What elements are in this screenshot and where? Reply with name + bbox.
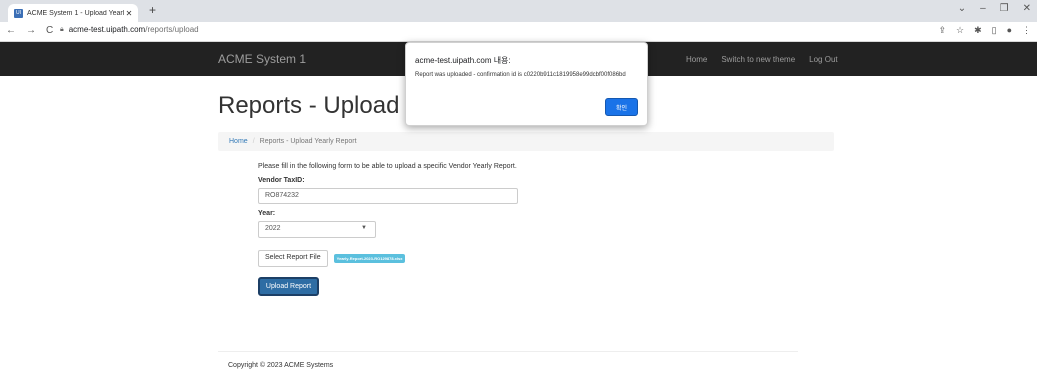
tab-search-icon[interactable]: ⌄ xyxy=(958,3,966,14)
year-label: Year: xyxy=(258,210,276,217)
nav-logout-link[interactable]: Log Out xyxy=(809,55,837,64)
url-field[interactable]: 🔒︎ acme-test.uipath.com /reports/upload xyxy=(60,25,199,34)
favicon-icon: UI xyxy=(14,8,23,18)
toolbar-icons: ⇪ ☆ ✱ ▯ ● ⋮ xyxy=(938,25,1031,36)
browser-tab-bar: UI ACME System 1 - Upload Yearl ✕ + ⌄ – … xyxy=(0,0,1037,22)
new-tab-icon[interactable]: + xyxy=(149,3,156,17)
taxid-input[interactable]: RO874232 xyxy=(258,188,518,204)
side-panel-icon[interactable]: ▯ xyxy=(992,25,997,36)
footer-divider xyxy=(218,351,798,352)
year-select[interactable]: 2022 ▼ xyxy=(258,221,376,238)
nav-links: Home Switch to new theme Log Out xyxy=(686,55,838,64)
url-path: /reports/upload xyxy=(145,25,199,34)
bookmark-star-icon[interactable]: ☆ xyxy=(956,25,964,36)
tab-close-icon[interactable]: ✕ xyxy=(124,9,134,18)
brand-link[interactable]: ACME System 1 xyxy=(218,52,306,66)
taxid-label: Vendor TaxID: xyxy=(258,177,305,184)
back-icon[interactable]: ← xyxy=(6,25,16,36)
breadcrumb: Home / Reports - Upload Yearly Report xyxy=(218,132,834,151)
minimize-icon[interactable]: – xyxy=(980,3,986,14)
maximize-icon[interactable]: ❐ xyxy=(1000,3,1009,14)
upload-report-button[interactable]: Upload Report xyxy=(258,277,319,296)
menu-kebab-icon[interactable]: ⋮ xyxy=(1022,25,1031,36)
dialog-message: Report was uploaded - confirmation id is… xyxy=(415,72,626,78)
chevron-down-icon: ▼ xyxy=(361,225,367,231)
file-row: Select Report File Yearly-Report-2023-RO… xyxy=(258,250,528,267)
reload-icon[interactable]: C xyxy=(46,25,53,36)
upload-form: Please fill in the following form to be … xyxy=(258,162,528,296)
breadcrumb-home-link[interactable]: Home xyxy=(229,138,248,145)
dialog-ok-button[interactable]: 확인 xyxy=(605,98,638,116)
profile-icon[interactable]: ● xyxy=(1007,25,1012,36)
alert-dialog: acme-test.uipath.com 내용: Report was uplo… xyxy=(405,42,648,126)
breadcrumb-current: Reports - Upload Yearly Report xyxy=(259,138,357,145)
selected-file-badge: Yearly-Report-2023-RO129878.xlsx xyxy=(333,254,406,263)
nav-switch-theme-link[interactable]: Switch to new theme xyxy=(721,55,795,64)
breadcrumb-separator: / xyxy=(252,138,255,145)
share-icon[interactable]: ⇪ xyxy=(938,25,946,36)
dialog-title: acme-test.uipath.com 내용: xyxy=(415,56,511,65)
window-controls: ⌄ – ❐ ✕ xyxy=(958,3,1031,14)
browser-tab[interactable]: UI ACME System 1 - Upload Yearl ✕ xyxy=(8,4,138,22)
url-host: acme-test.uipath.com xyxy=(68,25,146,34)
year-selected-value: 2022 xyxy=(265,225,281,232)
close-window-icon[interactable]: ✕ xyxy=(1023,3,1031,14)
nav-buttons: ← → C xyxy=(6,25,53,36)
copyright-text: Copyright © 2023 ACME Systems xyxy=(228,362,334,369)
extensions-icon[interactable]: ✱ xyxy=(974,25,982,36)
select-file-button[interactable]: Select Report File xyxy=(258,250,328,267)
lock-icon: 🔒︎ xyxy=(60,25,64,33)
form-intro: Please fill in the following form to be … xyxy=(258,163,517,170)
address-bar: ← → C 🔒︎ acme-test.uipath.com /reports/u… xyxy=(0,22,1037,42)
forward-icon[interactable]: → xyxy=(26,25,36,36)
nav-home-link[interactable]: Home xyxy=(686,55,707,64)
tab-title: ACME System 1 - Upload Yearl xyxy=(27,9,124,17)
